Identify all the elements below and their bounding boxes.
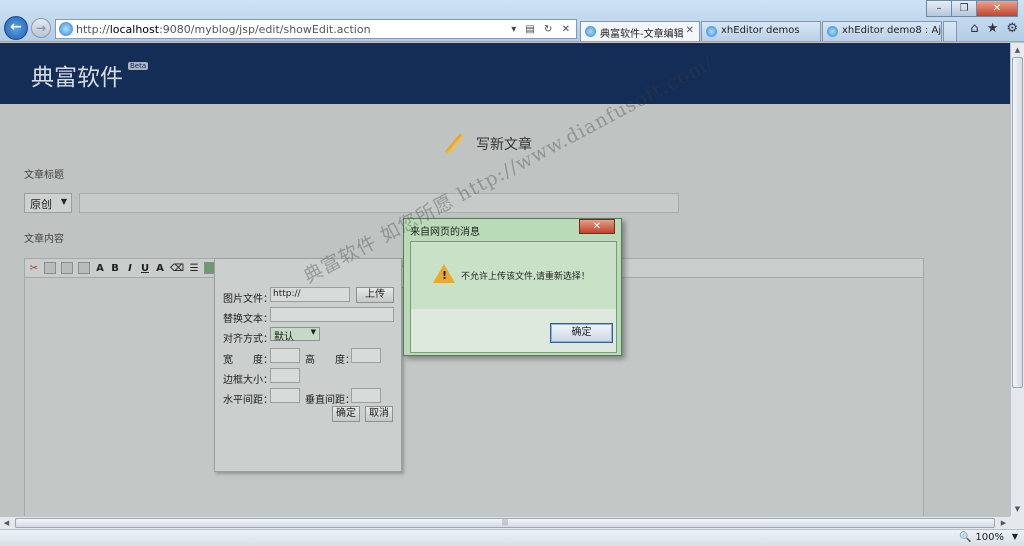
horizontal-scrollbar[interactable]: ◀ ||| ▶: [0, 516, 1010, 529]
back-button[interactable]: ←: [4, 16, 28, 40]
vspace-label: 垂直间距：: [305, 395, 355, 406]
paste-text-icon[interactable]: [78, 262, 90, 274]
address-bar[interactable]: http://localhost:9080/myblog/jsp/edit/sh…: [55, 19, 577, 39]
chevron-down-icon[interactable]: ▼: [1012, 532, 1018, 541]
tab-article-edit[interactable]: 典富软件-文章编辑 ✕: [580, 21, 700, 41]
vspace-input[interactable]: [351, 388, 381, 403]
browser-chrome: – ❐ ✕ ← → http://localhost:9080/myblog/j…: [0, 0, 1024, 42]
chevron-down-icon: ▼: [60, 197, 67, 206]
beta-badge: Beta: [128, 62, 149, 70]
image-insert-dialog: 图片文件： http:// 上传 替换文本： 对齐方式： 默认 ▼ 宽 度： 高…: [214, 258, 402, 472]
width-label: 宽 度：: [223, 355, 273, 366]
page-content: 典富软件 Beta 写新文章 文章标题 原创 ▼ 文章内容 ✂ A B I U …: [0, 43, 1010, 516]
width-input[interactable]: [270, 348, 300, 363]
alert-ok-button[interactable]: 确定: [550, 323, 613, 343]
border-label: 边框大小：: [223, 375, 273, 386]
title-label: 文章标题: [24, 170, 64, 181]
tab-close-icon[interactable]: ✕: [686, 25, 694, 36]
scroll-left-icon[interactable]: ◀: [0, 517, 13, 529]
browser-toolbar-right: ⌂ ★ ⚙: [970, 21, 1018, 36]
tab-page-icon: [585, 26, 596, 37]
image-cancel-button[interactable]: 取消: [365, 406, 393, 422]
window-controls: – ❐ ✕: [926, 0, 1018, 17]
copy-icon[interactable]: [44, 262, 56, 274]
align-label: 对齐方式：: [223, 334, 273, 345]
alt-text-label: 替换文本：: [223, 314, 273, 325]
alert-body: ! 不允许上传该文件,请重新选择！ 确定: [410, 241, 617, 353]
tab-page-icon: [706, 26, 717, 37]
content-label: 文章内容: [24, 234, 64, 245]
address-actions[interactable]: ▾ ▤ ↻ ✕: [511, 24, 576, 35]
page-icon: [59, 22, 73, 36]
hspace-input[interactable]: [270, 388, 300, 403]
title-input[interactable]: [79, 193, 679, 213]
zoom-control[interactable]: 🔍 100%: [959, 532, 1004, 543]
page-heading: 写新文章: [443, 132, 532, 156]
hspace-label: 水平间距：: [223, 395, 273, 406]
underline-icon[interactable]: U: [140, 263, 150, 274]
font-color-icon[interactable]: A: [155, 263, 165, 274]
scroll-down-icon[interactable]: ▼: [1011, 502, 1024, 516]
home-icon[interactable]: ⌂: [970, 21, 978, 36]
bold-icon[interactable]: B: [110, 263, 120, 274]
alert-title: 来自网页的消息: [410, 227, 480, 238]
pencil-icon: [443, 132, 465, 156]
scroll-corner: [1010, 516, 1024, 529]
favorites-star-icon[interactable]: ★: [987, 21, 999, 36]
image-file-label: 图片文件：: [223, 294, 273, 305]
paste-icon[interactable]: [61, 262, 73, 274]
new-tab-button[interactable]: [943, 21, 957, 41]
warning-icon: !: [433, 264, 455, 283]
tab-page-icon: [827, 26, 838, 37]
article-type-select[interactable]: 原创 ▼: [24, 193, 72, 213]
italic-icon[interactable]: I: [125, 263, 135, 274]
site-banner: 典富软件 Beta: [0, 43, 1010, 104]
close-window-icon[interactable]: ✕: [976, 0, 1018, 17]
tab-xheditor-demo8[interactable]: xhEditor demo8 : Aja...: [822, 21, 942, 41]
address-url[interactable]: http://localhost:9080/myblog/jsp/edit/sh…: [76, 23, 511, 36]
vertical-scroll-thumb[interactable]: [1012, 57, 1023, 388]
alert-close-icon[interactable]: ✕: [579, 219, 615, 234]
horizontal-scroll-thumb[interactable]: |||: [15, 518, 995, 528]
scroll-up-icon[interactable]: ▲: [1011, 43, 1024, 57]
border-input[interactable]: [270, 368, 300, 383]
page-title: 写新文章: [476, 137, 532, 153]
alert-message: 不允许上传该文件,请重新选择！: [461, 272, 590, 282]
settings-gear-icon[interactable]: ⚙: [1006, 21, 1018, 36]
alt-text-input[interactable]: [270, 307, 394, 322]
restore-icon[interactable]: ❐: [951, 0, 977, 17]
image-file-input[interactable]: http://: [270, 287, 350, 302]
vertical-scrollbar[interactable]: ▲ ▼: [1010, 43, 1024, 516]
site-brand[interactable]: 典富软件: [31, 58, 123, 92]
alert-dialog: 来自网页的消息 ✕ ! 不允许上传该文件,请重新选择！ 确定: [403, 218, 622, 356]
height-input[interactable]: [351, 348, 381, 363]
cut-icon[interactable]: ✂: [29, 263, 39, 274]
magnifier-icon: 🔍: [958, 532, 972, 543]
font-family-icon[interactable]: A: [95, 263, 105, 274]
chevron-down-icon: ▼: [310, 328, 316, 336]
align-select[interactable]: 默认 ▼: [270, 327, 320, 343]
upload-button[interactable]: 上传: [356, 287, 394, 303]
height-label: 高 度：: [305, 355, 355, 366]
status-bar: 🔍 100% ▼: [0, 529, 1024, 546]
eraser-icon[interactable]: ⌫: [170, 263, 184, 274]
minimize-icon[interactable]: –: [926, 0, 952, 17]
tab-xheditor-demos[interactable]: xhEditor demos: [701, 21, 821, 41]
image-ok-button[interactable]: 确定: [332, 406, 360, 422]
alert-message-area: ! 不允许上传该文件,请重新选择！: [411, 242, 616, 309]
align-icon[interactable]: ☰: [189, 263, 199, 274]
scroll-right-icon[interactable]: ▶: [997, 517, 1010, 529]
forward-button[interactable]: →: [31, 18, 51, 38]
